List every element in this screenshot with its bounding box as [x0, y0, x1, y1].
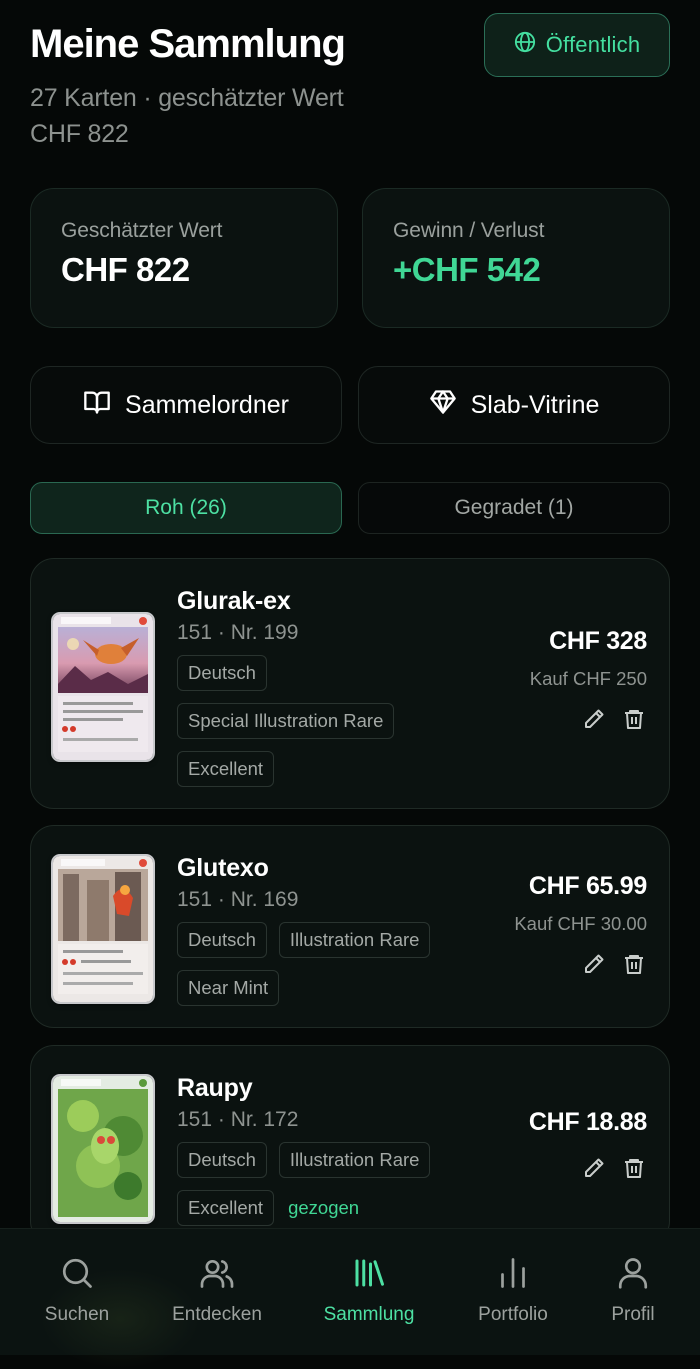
library-icon: [351, 1255, 387, 1296]
pencil-icon[interactable]: [581, 706, 607, 732]
summary-value: CHF 822: [30, 120, 129, 148]
profit-loss-value: +CHF 542: [393, 251, 541, 288]
list-item[interactable]: Raupy 151 · Nr. 172 Deutsch Illustration…: [30, 1045, 670, 1245]
card-actions: [529, 1155, 647, 1181]
card-price: CHF 65.99: [528, 872, 647, 900]
card-set: 151 · Nr. 199: [177, 621, 299, 644]
list-item[interactable]: Glutexo 151 · Nr. 169 Deutsch Illustrati…: [30, 825, 670, 1028]
bottom-navigation: Suchen Entdecken Sammlung Portfolio Prof…: [0, 1228, 700, 1369]
estimated-value: CHF 822: [61, 251, 190, 288]
header: Meine Sammlung 27 Karten · geschätzter W…: [30, 18, 470, 152]
card-info: Raupy 151 · Nr. 172 Deutsch Illustration…: [177, 1072, 477, 1226]
rarity-tag: Illustration Rare: [278, 922, 431, 958]
condition-tag: Near Mint: [177, 970, 280, 1006]
nav-label-collection: Sammlung: [323, 1304, 415, 1325]
card-info: Glutexo 151 · Nr. 169 Deutsch Illustrati…: [177, 852, 477, 1006]
card-set: 151 · Nr. 169: [177, 888, 299, 911]
tab-graded[interactable]: Gegradet (1): [358, 482, 670, 534]
card-actions: [514, 951, 647, 977]
nav-label-discover: Entdecken: [172, 1304, 262, 1325]
card-tags: Deutsch Special Illustration Rare Excell…: [177, 655, 477, 787]
diamond-icon: [429, 388, 457, 423]
binder-button[interactable]: Sammelordner: [30, 366, 342, 444]
public-label: Öffentlich: [545, 32, 641, 57]
profit-loss-card: Gewinn / Verlust +CHF 542: [362, 188, 670, 328]
purchase-price: Kauf CHF 250: [529, 668, 647, 689]
price-column: CHF 18.88: [529, 1108, 647, 1181]
binder-label: Sammelordner: [125, 390, 289, 419]
search-icon: [59, 1255, 95, 1296]
rarity-tag: Illustration Rare: [278, 1142, 431, 1178]
card-tags: Deutsch Illustration Rare Near Mint: [177, 922, 477, 1006]
card-image: [53, 614, 153, 760]
card-name: Glutexo: [177, 854, 269, 882]
globe-icon: [514, 31, 536, 59]
slab-showcase-button[interactable]: Slab-Vitrine: [358, 366, 670, 444]
estimated-value-card: Geschätzter Wert CHF 822: [30, 188, 338, 328]
card-name: Raupy: [177, 1074, 253, 1102]
nav-item-profile[interactable]: Profil: [568, 1255, 698, 1326]
rarity-tag: Special Illustration Rare: [177, 703, 395, 739]
language-tag: Deutsch: [177, 1142, 267, 1178]
condition-tag: Excellent: [177, 1190, 275, 1226]
price-column: CHF 328 Kauf CHF 250: [530, 627, 647, 732]
nav-item-collection[interactable]: Sammlung: [304, 1255, 434, 1326]
nav-label-profile: Profil: [611, 1304, 655, 1325]
pencil-icon[interactable]: [581, 1155, 607, 1181]
card-info: Glurak-ex 151 · Nr. 199 Deutsch Special …: [177, 585, 477, 787]
card-price: CHF 18.88: [528, 1108, 647, 1136]
summary-count: 27 Karten · geschätzter Wert: [30, 84, 344, 112]
nav-item-portfolio[interactable]: Portfolio: [448, 1255, 578, 1326]
pencil-icon[interactable]: [581, 951, 607, 977]
condition-tag: Excellent: [177, 751, 275, 787]
price-column: CHF 65.99 Kauf CHF 30.00: [514, 872, 647, 977]
user-icon: [615, 1255, 651, 1296]
collection-screen: Meine Sammlung 27 Karten · geschätzter W…: [0, 0, 700, 1369]
card-tags: Deutsch Illustration Rare Excellent gezo…: [177, 1142, 477, 1226]
public-toggle-button[interactable]: Öffentlich: [484, 13, 670, 77]
profit-loss-label: Gewinn / Verlust: [393, 219, 545, 242]
language-tag: Deutsch: [177, 655, 267, 691]
trash-icon[interactable]: [621, 1155, 647, 1181]
nav-item-search[interactable]: Suchen: [12, 1255, 142, 1326]
language-tag: Deutsch: [177, 922, 267, 958]
card-image: [53, 1076, 153, 1222]
bar-chart-icon: [495, 1255, 531, 1296]
purchase-price: Kauf CHF 30.00: [514, 913, 647, 934]
list-item[interactable]: Glurak-ex 151 · Nr. 199 Deutsch Special …: [30, 558, 670, 809]
trash-icon[interactable]: [621, 951, 647, 977]
trash-icon[interactable]: [621, 706, 647, 732]
nav-label-search: Suchen: [44, 1304, 110, 1325]
book-icon: [83, 388, 111, 423]
collection-summary: 27 Karten · geschätzter Wert CHF 822: [30, 80, 470, 152]
slab-label: Slab-Vitrine: [470, 390, 600, 419]
card-name: Glurak-ex: [177, 587, 291, 615]
card-actions: [530, 706, 647, 732]
tab-raw[interactable]: Roh (26): [30, 482, 342, 534]
estimated-value-label: Geschätzter Wert: [61, 219, 223, 242]
card-image: [53, 856, 153, 1002]
nav-item-discover[interactable]: Entdecken: [152, 1255, 282, 1326]
card-set: 151 · Nr. 172: [177, 1108, 299, 1131]
pulled-label: gezogen: [288, 1197, 360, 1218]
users-icon: [199, 1255, 235, 1296]
page-title: Meine Sammlung: [30, 22, 346, 66]
card-price: CHF 328: [549, 627, 647, 655]
nav-label-portfolio: Portfolio: [478, 1304, 548, 1325]
